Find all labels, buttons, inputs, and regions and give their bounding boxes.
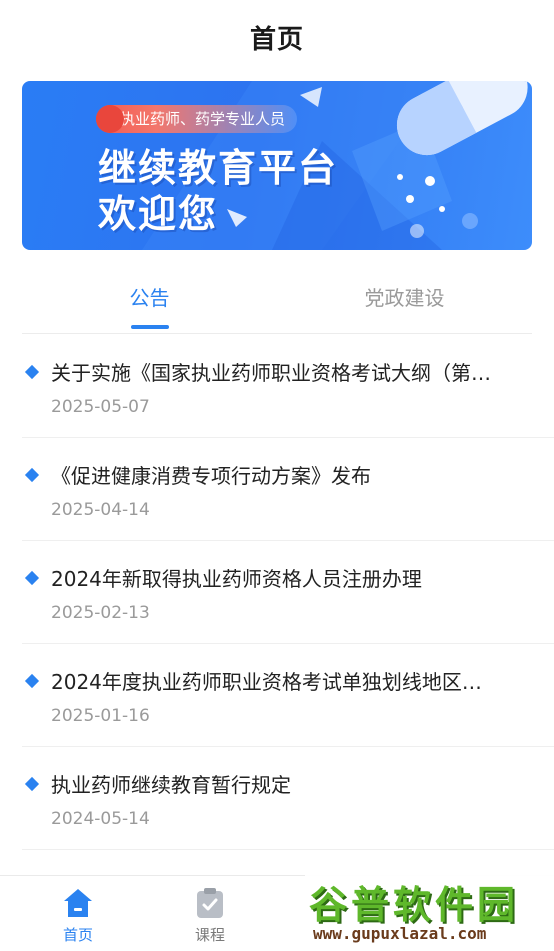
- list-item[interactable]: 2024年度执业药师职业资格考试单独划线地区… 2025-01-16: [22, 644, 554, 747]
- tab-party-building-label: 党政建设: [364, 286, 445, 310]
- announcement-title: 执业药师继续教育暂行规定: [51, 773, 291, 797]
- announcement-title: 关于实施《国家执业药师职业资格考试大纲（第…: [51, 361, 491, 385]
- announcement-title: 《促进健康消费专项行动方案》发布: [51, 464, 371, 488]
- list-item[interactable]: 《促进健康消费专项行动方案》发布 2025-04-14: [22, 438, 554, 541]
- bullet-diamond-icon: [24, 776, 40, 792]
- announcement-date: 2025-04-14: [51, 500, 150, 520]
- active-tab-indicator: [130, 325, 169, 329]
- welcome-banner[interactable]: 执业药师、药学专业人员 继续教育平台 欢迎您: [22, 81, 532, 250]
- announcement-title: 2024年新取得执业药师资格人员注册办理: [51, 567, 422, 591]
- list-item[interactable]: 2024年新取得执业药师资格人员注册办理 2025-02-13: [22, 541, 554, 644]
- banner-tag-text: 执业药师、药学专业人员: [120, 110, 286, 128]
- bullet-diamond-icon: [24, 673, 40, 689]
- announcement-date: 2024-05-14: [51, 809, 150, 829]
- clipboard-check-icon: [197, 888, 223, 918]
- tab-announcements-label: 公告: [129, 286, 170, 310]
- nav-home[interactable]: 首页: [12, 876, 144, 951]
- list-item[interactable]: 执业药师继续教育暂行规定 2024-05-14: [22, 747, 554, 850]
- watermark-brand: 谷普软件园: [309, 883, 520, 927]
- banner-subheadline: 欢迎您: [98, 192, 219, 236]
- announcement-date: 2025-01-16: [51, 706, 150, 726]
- bullet-diamond-icon: [24, 467, 40, 483]
- nav-courses[interactable]: 课程: [144, 876, 276, 951]
- page-title: 首页: [249, 24, 304, 55]
- site-watermark: 谷普软件园 www.gupuxlazal.com: [305, 864, 554, 951]
- home-icon: [64, 889, 92, 917]
- tab-announcements[interactable]: 公告: [22, 272, 277, 334]
- tab-party-building[interactable]: 党政建设: [277, 272, 532, 334]
- watermark-url: www.gupuxlazal.com: [313, 924, 487, 943]
- announcement-date: 2025-05-07: [51, 397, 150, 417]
- announcement-title: 2024年度执业药师职业资格考试单独划线地区…: [51, 670, 482, 694]
- nav-home-label: 首页: [62, 926, 93, 944]
- bullet-diamond-icon: [24, 364, 40, 380]
- banner-tag: 执业药师、药学专业人员: [96, 105, 298, 133]
- list-item[interactable]: 关于实施《国家执业药师职业资格考试大纲（第… 2025-05-07: [22, 335, 554, 438]
- content-tabs: 公告 党政建设: [22, 272, 532, 334]
- announcement-date: 2025-02-13: [51, 603, 150, 623]
- tag-dot: [96, 105, 124, 133]
- bullet-diamond-icon: [24, 570, 40, 586]
- nav-courses-label: 课程: [194, 926, 225, 944]
- app-header: 首页: [0, 0, 554, 74]
- announcement-list: 关于实施《国家执业药师职业资格考试大纲（第… 2025-05-07 《促进健康消…: [0, 335, 554, 850]
